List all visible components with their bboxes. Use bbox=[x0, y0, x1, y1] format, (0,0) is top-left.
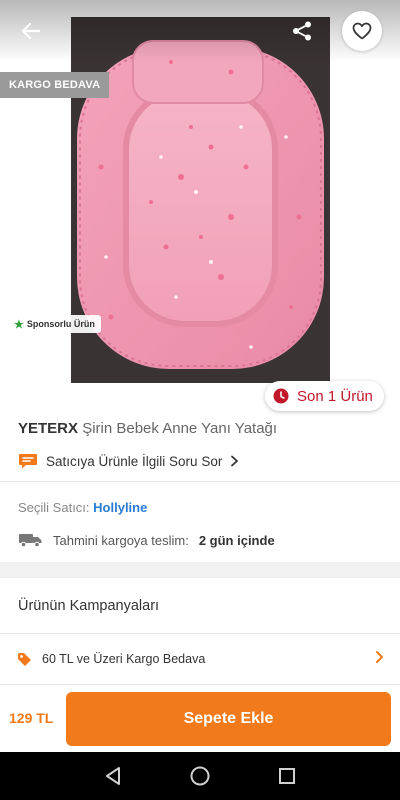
arrow-left-icon bbox=[21, 22, 41, 40]
clock-icon bbox=[273, 388, 289, 404]
share-icon bbox=[293, 21, 311, 41]
product-photo[interactable] bbox=[71, 17, 330, 383]
tag-icon bbox=[18, 652, 31, 666]
product-price: 129 TL bbox=[9, 710, 54, 726]
android-navigation-bar bbox=[0, 752, 400, 800]
sponsored-badge: ★ Sponsorlu Ürün bbox=[10, 315, 101, 333]
share-button[interactable] bbox=[285, 14, 319, 48]
chat-icon bbox=[19, 454, 37, 469]
seller-label: Seçili Satıcı: bbox=[18, 500, 90, 515]
hero-top-gradient bbox=[0, 0, 400, 62]
back-triangle-icon bbox=[106, 767, 121, 785]
system-recents-button[interactable] bbox=[272, 761, 302, 791]
campaigns-heading: Ürünün Kampanyaları bbox=[18, 598, 160, 614]
recents-square-icon bbox=[278, 768, 295, 784]
seller-name-link[interactable]: Hollyline bbox=[93, 500, 147, 515]
selected-seller: Seçili Satıcı: Hollyline bbox=[18, 500, 147, 515]
heart-outline-icon bbox=[352, 22, 372, 40]
stock-badge: Son 1 Ürün bbox=[265, 381, 384, 411]
star-icon: ★ bbox=[14, 318, 24, 331]
section-divider bbox=[0, 481, 400, 482]
product-brand[interactable]: YETERX bbox=[18, 420, 78, 437]
chevron-right-icon bbox=[231, 455, 239, 467]
section-separator bbox=[0, 562, 400, 578]
favorite-button[interactable] bbox=[342, 11, 382, 51]
delivery-time: 2 gün içinde bbox=[198, 532, 275, 548]
purchase-bar: 129 TL Sepete Ekle bbox=[0, 684, 400, 752]
baby-nest-image bbox=[71, 17, 330, 383]
free-shipping-badge: KARGO BEDAVA bbox=[0, 72, 110, 98]
stock-label: Son 1 Ürün bbox=[297, 387, 373, 405]
campaign-item[interactable]: 60 TL ve Üzeri Kargo Bedava bbox=[0, 634, 400, 684]
product-name: Şirin Bebek Anne Yanı Yatağı bbox=[82, 420, 278, 437]
truck-icon bbox=[19, 534, 42, 548]
delivery-estimate: Tahmini kargoya teslim: 2 gün içinde bbox=[18, 529, 275, 551]
product-detail-page: KARGO BEDAVA ★ Sponsorlu Ürün Son 1 Ürün… bbox=[0, 0, 400, 800]
system-back-button[interactable] bbox=[98, 761, 128, 791]
back-button[interactable] bbox=[14, 14, 48, 48]
product-title: YETERX Şirin Bebek Anne Yanı Yatağı bbox=[18, 420, 388, 437]
add-to-cart-button[interactable]: Sepete Ekle bbox=[66, 692, 391, 746]
chevron-right-icon bbox=[376, 651, 383, 663]
sponsored-label: Sponsorlu Ürün bbox=[26, 319, 95, 329]
campaign-label: 60 TL ve Üzeri Kargo Bedava bbox=[42, 652, 206, 666]
delivery-label: Tahmini kargoya teslim: bbox=[53, 532, 189, 548]
home-circle-icon bbox=[190, 766, 210, 786]
ask-seller-link[interactable]: Satıcıya Ürünle İlgili Soru Sor bbox=[18, 450, 239, 472]
system-home-button[interactable] bbox=[185, 761, 215, 791]
ask-seller-label: Satıcıya Ürünle İlgili Soru Sor bbox=[46, 453, 223, 469]
product-image-gallery[interactable]: KARGO BEDAVA ★ Sponsorlu Ürün bbox=[0, 0, 400, 400]
